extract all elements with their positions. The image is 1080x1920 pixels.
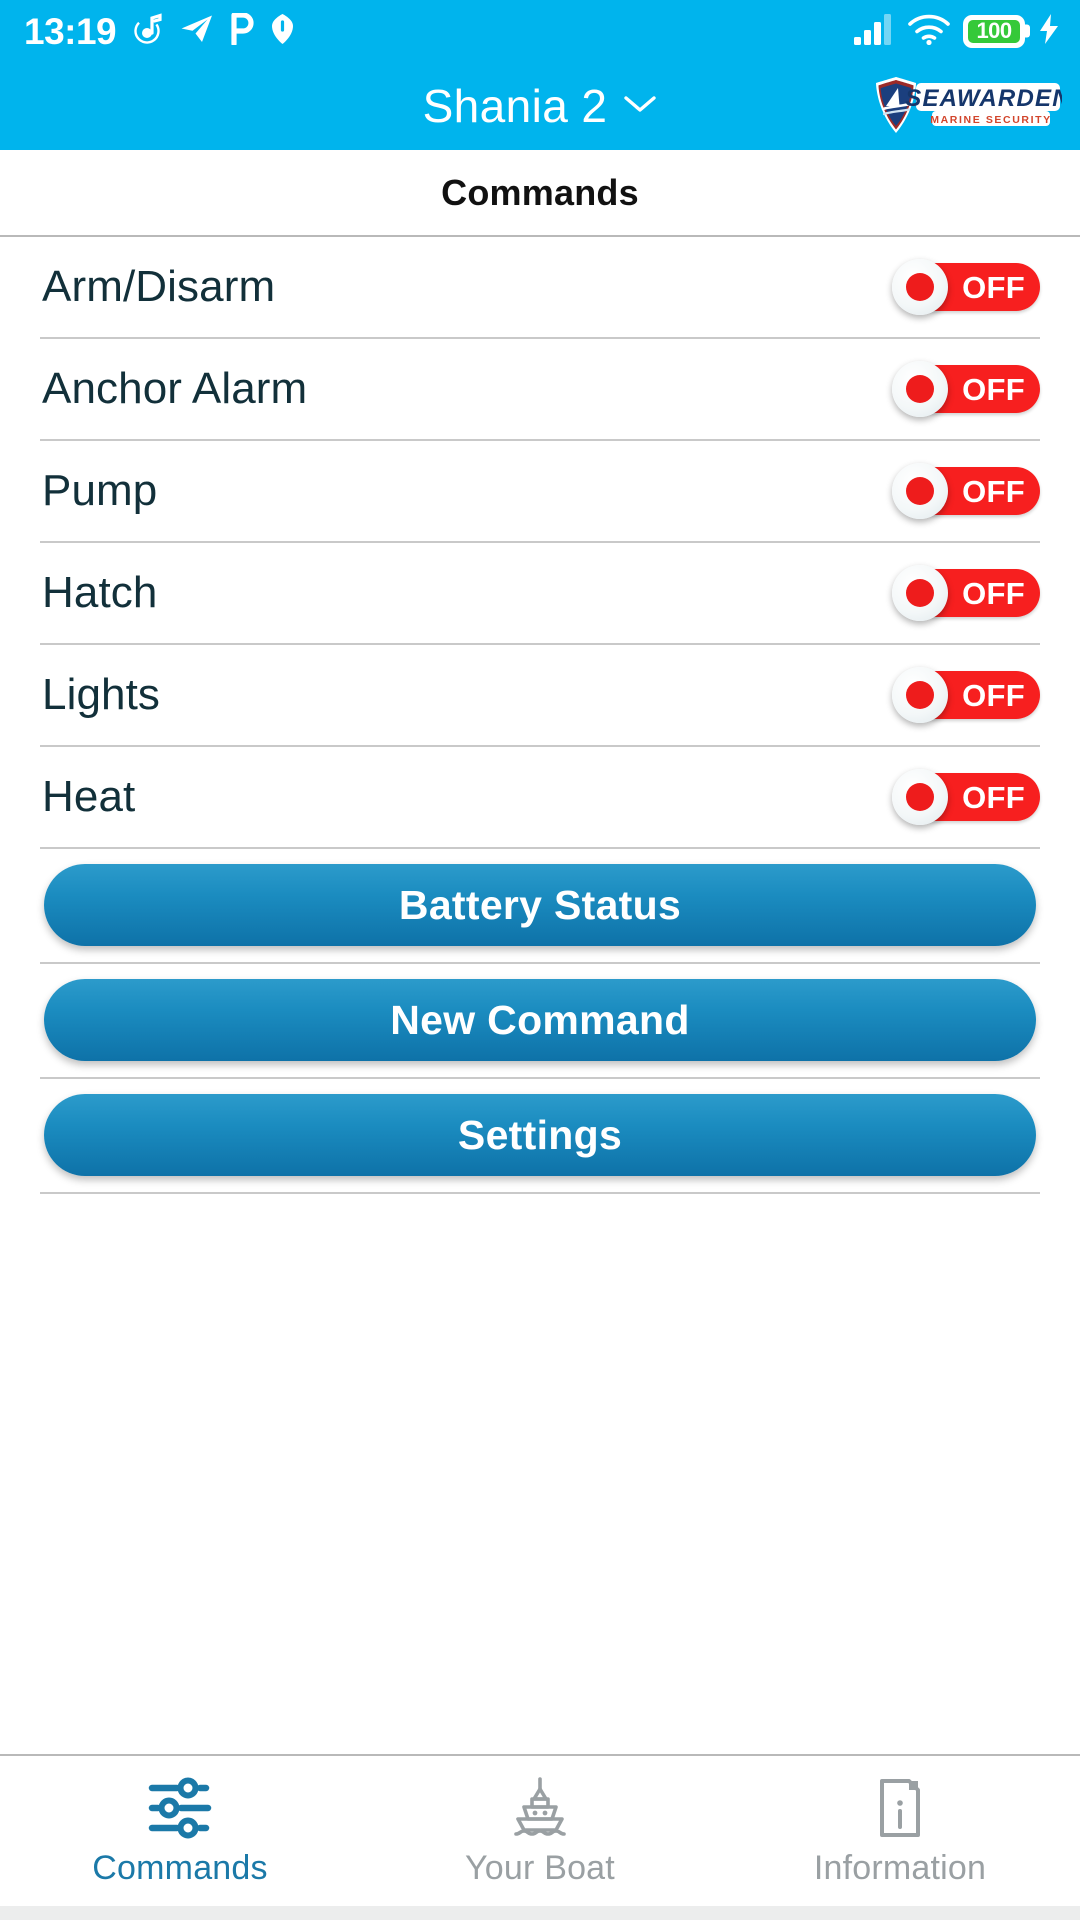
commands-list: Arm/Disarm OFF Anchor Alarm OFF Pump OFF… — [0, 237, 1080, 849]
toggle-knob — [892, 463, 948, 519]
command-label: Arm/Disarm — [42, 262, 276, 311]
ship-icon — [510, 1777, 570, 1839]
command-row-heat[interactable]: Heat OFF — [0, 747, 1080, 847]
nav-item-label: Commands — [92, 1849, 268, 1887]
cellular-signal-icon — [853, 13, 895, 50]
sliders-icon — [148, 1777, 212, 1839]
status-bar-clock: 13:19 — [24, 10, 117, 52]
toggle-knob — [892, 259, 948, 315]
nav-item-commands[interactable]: Commands — [0, 1756, 360, 1906]
command-toggle[interactable]: OFF — [892, 463, 1040, 519]
settings-button-label: Settings — [457, 1111, 623, 1158]
toggle-knob-dot — [906, 477, 934, 505]
toggle-knob-dot — [906, 579, 934, 607]
page-title-bar: Commands — [0, 150, 1080, 235]
telegram-plane-icon — [180, 14, 214, 49]
lightning-bolt-icon — [1038, 13, 1060, 50]
music-note-icon — [134, 12, 164, 50]
battery-status-button[interactable]: Battery Status — [44, 864, 1036, 946]
toggle-state-label: OFF — [962, 473, 1025, 509]
command-toggle[interactable]: OFF — [892, 769, 1040, 825]
seawarden-logo: SEAWARDEN MARINE SECURITY — [872, 75, 1062, 137]
command-row-arm-disarm[interactable]: Arm/Disarm OFF — [0, 237, 1080, 337]
battery-status-button-label: Battery Status — [398, 881, 682, 928]
toggle-state-label: OFF — [962, 575, 1025, 611]
nav-item-label: Your Boat — [465, 1849, 615, 1887]
command-row-lights[interactable]: Lights OFF — [0, 645, 1080, 745]
settings-row: Settings — [0, 1079, 1080, 1192]
wifi-icon — [908, 13, 950, 50]
command-toggle[interactable]: OFF — [892, 667, 1040, 723]
new-command-button[interactable]: New Command — [44, 979, 1036, 1061]
app-screen: 13:19 100 Shania 2 SEAWARDEN MARINE SECU… — [0, 0, 1080, 1920]
nav-item-information[interactable]: Information — [720, 1756, 1080, 1906]
battery-percent-label: 100 — [976, 18, 1013, 43]
command-row-anchor-alarm[interactable]: Anchor Alarm OFF — [0, 339, 1080, 439]
status-bar-notification-icons — [134, 11, 295, 50]
status-bar-system-icons: 100 — [853, 13, 1060, 50]
command-label: Pump — [42, 466, 158, 515]
letter-p-icon — [230, 11, 254, 50]
command-toggle[interactable]: OFF — [892, 361, 1040, 417]
toggle-knob — [892, 769, 948, 825]
bottom-navigation-bar: Commands Your Boat Information — [0, 1754, 1080, 1906]
toggle-knob — [892, 361, 948, 417]
settings-button[interactable]: Settings — [44, 1094, 1036, 1176]
shield-icon — [270, 13, 295, 50]
new-command-button-label: New Command — [390, 996, 690, 1043]
toggle-knob-dot — [906, 783, 934, 811]
toggle-knob — [892, 565, 948, 621]
command-label: Anchor Alarm — [42, 364, 308, 413]
battery-indicator: 100 — [963, 14, 1030, 48]
battery-terminal — [1025, 24, 1030, 38]
svg-text:MARINE SECURITY: MARINE SECURITY — [930, 114, 1051, 126]
command-label: Hatch — [42, 568, 158, 617]
svg-text:SEAWARDEN: SEAWARDEN — [905, 85, 1062, 112]
status-bar: 13:19 100 — [0, 0, 1080, 62]
vessel-name-label: Shania 2 — [422, 80, 608, 132]
toggle-knob — [892, 667, 948, 723]
info-card-icon — [873, 1777, 927, 1839]
command-row-pump[interactable]: Pump OFF — [0, 441, 1080, 541]
app-bar: Shania 2 SEAWARDEN MARINE SECURITY — [0, 62, 1080, 150]
toggle-knob-dot — [906, 273, 934, 301]
chevron-down-icon — [623, 93, 657, 120]
nav-item-your-boat[interactable]: Your Boat — [360, 1756, 720, 1906]
toggle-state-label: OFF — [962, 779, 1025, 815]
system-navigation-strip — [0, 1906, 1080, 1920]
command-toggle[interactable]: OFF — [892, 565, 1040, 621]
toggle-state-label: OFF — [962, 371, 1025, 407]
page-title: Commands — [441, 171, 639, 213]
content-empty-area — [0, 1194, 1080, 1754]
toggle-state-label: OFF — [962, 677, 1025, 713]
toggle-knob-dot — [906, 681, 934, 709]
toggle-knob-dot — [906, 375, 934, 403]
command-label: Heat — [42, 772, 136, 821]
command-label: Lights — [42, 670, 161, 719]
battery-status-row: Battery Status — [0, 849, 1080, 962]
new-command-row: New Command — [0, 964, 1080, 1077]
command-toggle[interactable]: OFF — [892, 259, 1040, 315]
toggle-state-label: OFF — [962, 269, 1025, 305]
nav-item-label: Information — [813, 1849, 987, 1887]
command-row-hatch[interactable]: Hatch OFF — [0, 543, 1080, 643]
